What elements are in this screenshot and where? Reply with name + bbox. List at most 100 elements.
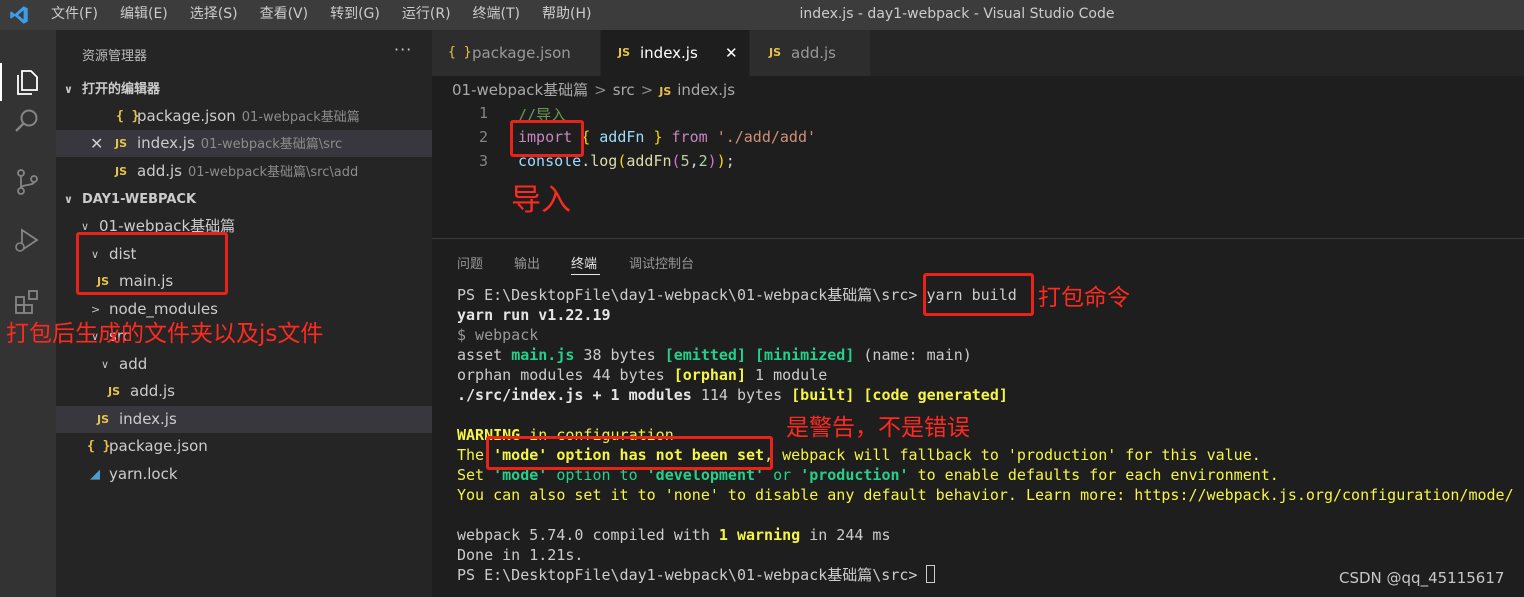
menu-view[interactable]: 查看(V) xyxy=(249,0,320,30)
tree-file-package-json[interactable]: { } package.json xyxy=(56,433,432,460)
file-label: add.js xyxy=(130,382,175,400)
file-label: package.json xyxy=(109,437,208,455)
workspace-header[interactable]: ∨ DAY1-WEBPACK xyxy=(56,186,432,213)
annotation-warning: 是警告，不是错误 xyxy=(786,415,970,441)
open-editor-name: index.js xyxy=(137,134,195,152)
menu-bar: 文件(F) 编辑(E) 选择(S) 查看(V) 转到(G) 运行(R) 终端(T… xyxy=(40,0,602,30)
folder-label: add xyxy=(119,355,148,373)
search-icon[interactable] xyxy=(8,102,46,140)
run-debug-icon[interactable] xyxy=(8,221,46,259)
menu-run[interactable]: 运行(R) xyxy=(391,0,462,30)
vscode-logo-icon xyxy=(10,6,28,24)
annotation-box-import xyxy=(510,120,584,157)
js-file-icon: JS xyxy=(769,46,782,59)
yarn-file-icon: ◢ xyxy=(90,467,100,482)
open-editor-path: 01-webpack基础篇 xyxy=(241,110,360,125)
chevron-down-icon: ∨ xyxy=(101,358,110,371)
watermark: CSDN @qq_45115617 xyxy=(1339,569,1505,587)
open-editor-name: package.json xyxy=(137,107,236,125)
explorer-header: 资源管理器 ··· xyxy=(56,30,432,76)
open-editor-path: 01-webpack基础篇\src xyxy=(200,137,343,152)
panel-tab-terminal[interactable]: 终端 xyxy=(571,253,597,272)
file-label: yarn.lock xyxy=(109,465,178,483)
breadcrumb-file[interactable]: index.js xyxy=(677,81,735,99)
menu-file[interactable]: 文件(F) xyxy=(40,0,109,30)
js-file-icon: JS xyxy=(97,413,110,426)
line-number: 3 xyxy=(478,152,488,170)
js-file-icon: JS xyxy=(108,385,121,398)
file-label: index.js xyxy=(119,410,177,428)
open-editor-item-add-js[interactable]: JS add.js 01-webpack基础篇\src\add xyxy=(56,158,432,185)
open-editors-label: 打开的编辑器 xyxy=(82,82,161,97)
editor-tab-bar: { } package.json JS index.js ✕ JS add.js xyxy=(432,30,1524,76)
terminal-line: Done in 1.21s. xyxy=(457,546,584,564)
tab-package-json[interactable]: { } package.json xyxy=(432,30,600,76)
breadcrumb: 01-webpack基础篇 > src > JS index.js xyxy=(452,78,735,102)
explorer-icon[interactable] xyxy=(8,63,46,101)
explorer-title: 资源管理器 xyxy=(82,49,148,64)
annotation-box-build xyxy=(923,273,1034,316)
workspace-label: DAY1-WEBPACK xyxy=(82,192,197,207)
open-editor-name: add.js xyxy=(137,162,182,180)
js-file-icon: JS xyxy=(115,165,128,178)
tree-file-add-js[interactable]: JS add.js xyxy=(56,378,432,405)
window-title: index.js - day1-webpack - Visual Studio … xyxy=(799,6,1115,22)
code-editor[interactable]: 1 2 3 //导入 import { addFn } from './add/… xyxy=(432,102,1524,230)
menu-selection[interactable]: 选择(S) xyxy=(179,0,249,30)
json-file-icon: { } xyxy=(116,109,140,124)
js-file-icon: JS xyxy=(659,85,672,98)
close-editor-icon[interactable]: ✕ xyxy=(90,130,103,157)
panel-tab-debug-console[interactable]: 调试控制台 xyxy=(629,253,694,272)
js-file-icon: JS xyxy=(115,137,128,150)
menu-go[interactable]: 转到(G) xyxy=(319,0,391,30)
source-control-icon[interactable] xyxy=(8,163,46,201)
terminal-line: PS E:\DesktopFile\day1-webpack\01-webpac… xyxy=(457,565,936,585)
line-number: 2 xyxy=(478,128,488,146)
terminal-line: orphan modules 44 bytes [orphan] 1 modul… xyxy=(457,366,828,384)
panel-tab-output[interactable]: 输出 xyxy=(514,253,540,272)
annotation-box-dist xyxy=(76,232,228,295)
active-tab-underline xyxy=(571,274,600,275)
terminal-line: You can also set it to 'none' to disable… xyxy=(457,486,1514,504)
terminal-line: yarn run v1.22.19 xyxy=(457,306,611,324)
json-file-icon: { } xyxy=(87,439,111,454)
annotation-build: 打包命令 xyxy=(1038,285,1130,311)
terminal-cursor xyxy=(926,565,936,583)
chevron-down-icon: ∨ xyxy=(64,83,73,96)
js-file-icon: JS xyxy=(618,46,631,59)
tree-file-yarn-lock[interactable]: ◢ yarn.lock xyxy=(56,461,432,488)
more-actions-icon[interactable]: ··· xyxy=(394,40,412,59)
annotation-dist: 打包后生成的文件夹以及js文件 xyxy=(6,321,324,347)
terminal-line: webpack 5.74.0 compiled with 1 warning i… xyxy=(457,526,891,544)
annotation-import: 导入 xyxy=(511,183,571,218)
tab-add-js[interactable]: JS add.js xyxy=(750,30,870,76)
chevron-right-icon: > xyxy=(594,81,607,99)
tab-label: add.js xyxy=(791,44,836,62)
open-editors-header[interactable]: ∨ 打开的编辑器 xyxy=(56,76,432,103)
menu-help[interactable]: 帮助(H) xyxy=(531,0,602,30)
terminal-line: ./src/index.js + 1 modules 114 bytes [bu… xyxy=(457,386,1008,404)
tab-label: package.json xyxy=(472,44,571,62)
menu-terminal[interactable]: 终端(T) xyxy=(462,0,531,30)
json-file-icon: { } xyxy=(448,45,472,60)
terminal-line: asset main.js 38 bytes [emitted] [minimi… xyxy=(457,346,972,364)
breadcrumb-folder[interactable]: 01-webpack基础篇 xyxy=(452,81,588,99)
active-view-marker xyxy=(0,63,2,101)
open-editor-item-package-json[interactable]: { } package.json 01-webpack基础篇 xyxy=(56,103,432,130)
terminal-line: $ webpack xyxy=(457,326,539,344)
tree-file-index-js[interactable]: JS index.js xyxy=(56,406,432,433)
annotation-box-warning xyxy=(486,436,773,470)
breadcrumb-src[interactable]: src xyxy=(613,81,635,99)
chevron-down-icon: ∨ xyxy=(64,193,73,206)
tree-folder-add[interactable]: ∨ add xyxy=(56,351,432,378)
tab-close-icon[interactable]: ✕ xyxy=(725,30,738,76)
title-bar: 文件(F) 编辑(E) 选择(S) 查看(V) 转到(G) 运行(R) 终端(T… xyxy=(0,0,1524,30)
open-editor-path: 01-webpack基础篇\src\add xyxy=(188,165,359,180)
open-editor-item-index-js[interactable]: ✕ JS index.js 01-webpack基础篇\src xyxy=(56,130,432,157)
tab-index-js[interactable]: JS index.js ✕ xyxy=(601,30,749,76)
menu-edit[interactable]: 编辑(E) xyxy=(109,0,179,30)
panel-tab-problems[interactable]: 问题 xyxy=(457,253,483,272)
line-number: 1 xyxy=(478,104,488,122)
chevron-right-icon: > xyxy=(640,81,654,99)
tab-label: index.js xyxy=(640,44,698,62)
